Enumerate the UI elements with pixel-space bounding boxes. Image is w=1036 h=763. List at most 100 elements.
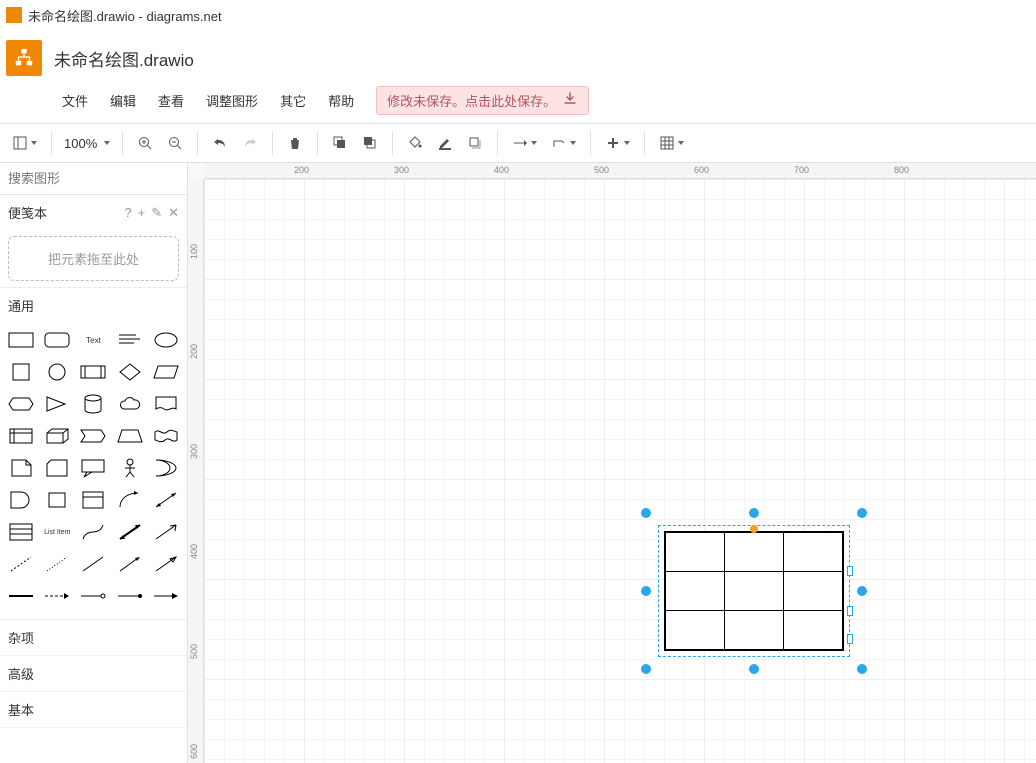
undo-button[interactable] xyxy=(206,129,234,157)
to-front-button[interactable] xyxy=(326,129,354,157)
shape-text[interactable]: Text xyxy=(78,327,108,353)
page-view-button[interactable] xyxy=(6,129,43,157)
shape-circle[interactable] xyxy=(42,359,72,385)
shape-or[interactable] xyxy=(151,455,181,481)
shape-rectangle[interactable] xyxy=(6,327,36,353)
shape-process[interactable] xyxy=(78,359,108,385)
shape-cube[interactable] xyxy=(42,423,72,449)
shape-arrow-dash[interactable] xyxy=(42,583,72,609)
row-handle[interactable] xyxy=(847,606,853,616)
shape-card[interactable] xyxy=(42,455,72,481)
help-icon[interactable]: ? xyxy=(124,205,131,221)
to-back-button[interactable] xyxy=(356,129,384,157)
category-advanced[interactable]: 高级 xyxy=(0,656,187,692)
line-color-button[interactable] xyxy=(431,129,459,157)
selection-handle-e[interactable] xyxy=(857,586,867,596)
menu-edit[interactable]: 编辑 xyxy=(100,87,146,114)
shape-note[interactable] xyxy=(6,455,36,481)
shape-textbox[interactable] xyxy=(115,327,145,353)
shape-curve[interactable] xyxy=(78,519,108,545)
shape-triangle[interactable] xyxy=(42,391,72,417)
shape-square[interactable] xyxy=(6,359,36,385)
shape-arrow-thin[interactable] xyxy=(115,551,145,577)
delete-button[interactable] xyxy=(281,129,309,157)
shape-dotted-line[interactable] xyxy=(42,551,72,577)
shape-connector-3[interactable] xyxy=(151,583,181,609)
row-handle[interactable] xyxy=(847,566,853,576)
ruler-tick: 800 xyxy=(894,165,909,175)
shape-list[interactable] xyxy=(6,519,36,545)
ruler-tick: 300 xyxy=(394,165,409,175)
selection-handle-n[interactable] xyxy=(749,508,759,518)
redo-button[interactable] xyxy=(236,129,264,157)
shape-link[interactable] xyxy=(151,551,181,577)
add-icon[interactable]: + xyxy=(138,205,146,221)
zoom-in-button[interactable] xyxy=(131,129,159,157)
shape-list-item[interactable]: List Item xyxy=(42,519,72,545)
app-logo[interactable] xyxy=(6,40,42,76)
menu-file[interactable]: 文件 xyxy=(52,87,98,114)
menu-view[interactable]: 查看 xyxy=(148,87,194,114)
menu-format[interactable]: 调整图形 xyxy=(196,87,268,114)
connection-button[interactable] xyxy=(506,129,543,157)
shape-ellipse[interactable] xyxy=(151,327,181,353)
shape-parallelogram[interactable] xyxy=(151,359,181,385)
selection-handle-nw[interactable] xyxy=(641,508,651,518)
selection-handle-se[interactable] xyxy=(857,664,867,674)
ruler-tick: 600 xyxy=(189,744,199,759)
ruler-tick: 700 xyxy=(794,165,809,175)
shadow-button[interactable] xyxy=(461,129,489,157)
document-title[interactable]: 未命名绘图.drawio xyxy=(54,46,194,71)
shape-arrow-open[interactable] xyxy=(151,519,181,545)
zoom-out-button[interactable] xyxy=(161,129,189,157)
selection-handle-s[interactable] xyxy=(749,664,759,674)
shape-actor[interactable] xyxy=(115,455,145,481)
search-input[interactable] xyxy=(4,165,188,192)
ruler-tick: 100 xyxy=(189,244,199,259)
ruler-tick: 200 xyxy=(294,165,309,175)
shape-bidir-line[interactable] xyxy=(115,519,145,545)
shape-callout[interactable] xyxy=(78,455,108,481)
waypoints-button[interactable] xyxy=(545,129,582,157)
close-icon[interactable]: ✕ xyxy=(168,205,179,221)
shape-solid-line-h[interactable] xyxy=(6,583,36,609)
shape-trapezoid[interactable] xyxy=(115,423,145,449)
shape-arrow-curve[interactable] xyxy=(115,487,145,513)
row-handle[interactable] xyxy=(847,634,853,644)
shape-step[interactable] xyxy=(78,423,108,449)
canvas[interactable] xyxy=(204,179,1036,763)
shape-cloud[interactable] xyxy=(115,391,145,417)
shape-container[interactable] xyxy=(78,487,108,513)
scratchpad-drop-hint[interactable]: 把元素拖至此处 xyxy=(8,236,179,281)
category-basic[interactable]: 基本 xyxy=(0,692,187,728)
shape-dashed-line[interactable] xyxy=(6,551,36,577)
shape-data-storage[interactable] xyxy=(42,487,72,513)
table-button[interactable] xyxy=(653,129,690,157)
zoom-control[interactable]: 100% xyxy=(60,136,114,151)
shape-connector-1[interactable] xyxy=(78,583,108,609)
shape-diamond[interactable] xyxy=(115,359,145,385)
selection-handle-w[interactable] xyxy=(641,586,651,596)
category-misc[interactable]: 杂项 xyxy=(0,620,187,656)
shape-line[interactable] xyxy=(78,551,108,577)
selection-handle-ne[interactable] xyxy=(857,508,867,518)
insert-button[interactable] xyxy=(599,129,636,157)
edit-icon[interactable]: ✎ xyxy=(151,205,162,221)
scratchpad-title[interactable]: 便笺本 xyxy=(8,203,47,222)
shape-bidirectional-arrow[interactable] xyxy=(151,487,181,513)
shape-tape[interactable] xyxy=(151,423,181,449)
selection-handle-sw[interactable] xyxy=(641,664,651,674)
shape-and[interactable] xyxy=(6,487,36,513)
menu-help[interactable]: 帮助 xyxy=(318,87,364,114)
menu-other[interactable]: 其它 xyxy=(270,87,316,114)
shape-cylinder[interactable] xyxy=(78,391,108,417)
shape-internal-storage[interactable] xyxy=(6,423,36,449)
shape-hexagon[interactable] xyxy=(6,391,36,417)
fill-color-button[interactable] xyxy=(401,129,429,157)
shape-rounded-rect[interactable] xyxy=(42,327,72,353)
shape-connector-2[interactable] xyxy=(115,583,145,609)
rotation-handle[interactable] xyxy=(750,525,758,533)
save-banner[interactable]: 修改未保存。点击此处保存。 xyxy=(376,86,589,115)
shape-document[interactable] xyxy=(151,391,181,417)
section-general[interactable]: 通用 xyxy=(0,287,187,323)
